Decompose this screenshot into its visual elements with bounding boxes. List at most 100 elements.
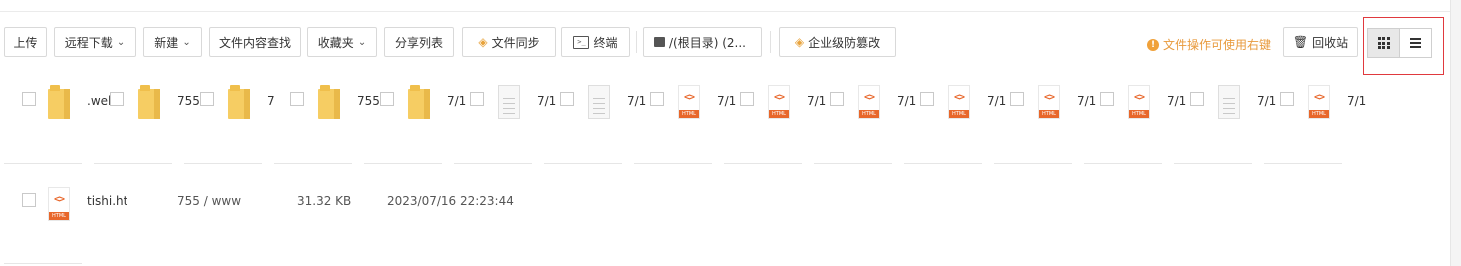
tile-underline xyxy=(274,163,352,164)
grid-tile[interactable]: <> HTML 7/1 xyxy=(810,85,916,165)
tile-checkbox[interactable] xyxy=(830,92,844,106)
recycle-bin-button[interactable]: 🗑 回收站 xyxy=(1283,27,1358,57)
chevron-down-icon: ⌄ xyxy=(116,36,126,48)
toolbar-divider xyxy=(636,31,637,53)
tile-underline xyxy=(454,163,532,164)
tile-underline xyxy=(544,163,622,164)
tamper-proof-label: 企业级防篡改 xyxy=(808,35,881,50)
new-button[interactable]: 新建 ⌄ xyxy=(143,27,202,57)
grid-tile[interactable]: 7/1 xyxy=(540,85,646,165)
tile-checkbox[interactable] xyxy=(1010,92,1024,106)
html-file-icon: <> HTML xyxy=(1038,85,1060,119)
tile-checkbox[interactable] xyxy=(470,92,484,106)
tile-name[interactable]: 7/1 xyxy=(1347,94,1397,108)
content-search-button[interactable]: 文件内容查找 xyxy=(209,27,301,57)
grid-tile[interactable]: 755 xyxy=(270,85,380,165)
tile-checkbox[interactable] xyxy=(22,92,36,106)
grid-tile[interactable]: 7 xyxy=(180,85,275,165)
grid-tile[interactable]: 7/1 xyxy=(450,85,556,165)
grid-tile[interactable]: <> HTML 7/1 xyxy=(990,85,1096,165)
html-file-icon: <> HTML xyxy=(1128,85,1150,119)
folder-icon xyxy=(48,85,70,119)
tile-underline xyxy=(1174,163,1252,164)
html-file-icon: <> HTML xyxy=(768,85,790,119)
tile-underline xyxy=(634,163,712,164)
list-view-button[interactable] xyxy=(1399,28,1432,58)
row-checkbox[interactable] xyxy=(22,193,36,207)
tile-checkbox[interactable] xyxy=(920,92,934,106)
tile-checkbox[interactable] xyxy=(110,92,124,106)
grid-tile[interactable]: .well xyxy=(0,85,115,165)
tile-checkbox[interactable] xyxy=(380,92,394,106)
vertical-scrollbar[interactable] xyxy=(1450,0,1461,266)
grid-tile[interactable]: <> HTML 7/1 xyxy=(900,85,1006,165)
file-name[interactable]: tishi.htm xyxy=(87,194,127,208)
tile-checkbox[interactable] xyxy=(1190,92,1204,106)
grid-tile[interactable]: <> HTML 7/1 xyxy=(1080,85,1186,165)
grid-tile[interactable]: 755 xyxy=(90,85,200,165)
diamond-icon: ◈ xyxy=(794,35,805,49)
tile-underline xyxy=(184,163,262,164)
grid-tile[interactable]: <> HTML 7/1 xyxy=(720,85,826,165)
file-row[interactable]: <>HTML tishi.htm 755 / www 31.32 KB 2023… xyxy=(0,185,1450,265)
terminal-icon: >_ xyxy=(573,35,590,49)
row-underline xyxy=(4,263,82,264)
path-selector[interactable]: /(根目录) (2... xyxy=(643,27,762,57)
grid-tile[interactable]: 7/1 xyxy=(1170,85,1276,165)
tile-underline xyxy=(904,163,982,164)
drive-icon xyxy=(654,37,665,47)
folder-icon xyxy=(318,85,340,119)
html-file-icon: <> HTML xyxy=(678,85,700,119)
terminal-label: 终端 xyxy=(593,35,618,50)
tile-checkbox[interactable] xyxy=(740,92,754,106)
upload-button[interactable]: 上传 xyxy=(4,27,47,57)
tile-underline xyxy=(1264,163,1342,164)
grid-tile[interactable]: 7/1 xyxy=(360,85,466,165)
file-icon xyxy=(1218,85,1240,119)
tile-underline xyxy=(994,163,1072,164)
path-label: /(根目录) (2... xyxy=(669,35,746,50)
favorites-button[interactable]: 收藏夹 ⌄ xyxy=(307,27,377,57)
file-icon xyxy=(588,85,610,119)
folder-icon xyxy=(408,85,430,119)
chevron-down-icon: ⌄ xyxy=(182,36,191,48)
diamond-icon: ◈ xyxy=(478,35,488,49)
share-list-button[interactable]: 分享列表 xyxy=(384,27,454,57)
favorites-label: 收藏夹 xyxy=(317,35,354,50)
file-modified: 2023/07/16 22:23:44 xyxy=(387,194,514,208)
remote-download-label: 远程下载 xyxy=(64,35,113,50)
folder-icon xyxy=(138,85,160,119)
tile-underline xyxy=(814,163,892,164)
file-sync-button[interactable]: ◈ 文件同步 xyxy=(462,27,556,57)
remote-download-button[interactable]: 远程下载 ⌄ xyxy=(54,27,136,57)
info-icon: ! xyxy=(1147,38,1159,51)
list-icon xyxy=(1410,38,1421,48)
tile-checkbox[interactable] xyxy=(1100,92,1114,106)
grid-tile[interactable]: <> HTML 7/1 xyxy=(630,85,736,165)
file-permission: 755 / www xyxy=(177,194,242,208)
terminal-button[interactable]: >_ 终端 xyxy=(561,27,630,57)
tile-checkbox[interactable] xyxy=(650,92,664,106)
right-click-hint: ! 文件操作可使用右键 xyxy=(1147,36,1271,53)
grid-tile[interactable]: <> HTML 7/1 xyxy=(1260,85,1366,165)
tile-underline xyxy=(724,163,802,164)
toolbar-divider xyxy=(770,31,771,53)
tile-checkbox[interactable] xyxy=(200,92,214,106)
file-icon xyxy=(498,85,520,119)
file-sync-label: 文件同步 xyxy=(491,35,540,50)
html-file-icon: <> HTML xyxy=(948,85,970,119)
hint-text: 文件操作可使用右键 xyxy=(1163,38,1272,52)
grid-view-button[interactable] xyxy=(1367,28,1400,58)
grid-icon xyxy=(1377,37,1390,49)
tile-underline xyxy=(94,163,172,164)
tile-underline xyxy=(4,163,82,164)
tile-checkbox[interactable] xyxy=(290,92,304,106)
tile-checkbox[interactable] xyxy=(1280,92,1294,106)
tile-underline xyxy=(1084,163,1162,164)
top-divider xyxy=(0,11,1450,12)
tile-checkbox[interactable] xyxy=(560,92,574,106)
trash-icon: 🗑 xyxy=(1292,35,1309,49)
tamper-proof-button[interactable]: ◈ 企业级防篡改 xyxy=(779,27,896,57)
html-file-icon: <> HTML xyxy=(1308,85,1330,119)
share-list-label: 分享列表 xyxy=(394,35,443,50)
